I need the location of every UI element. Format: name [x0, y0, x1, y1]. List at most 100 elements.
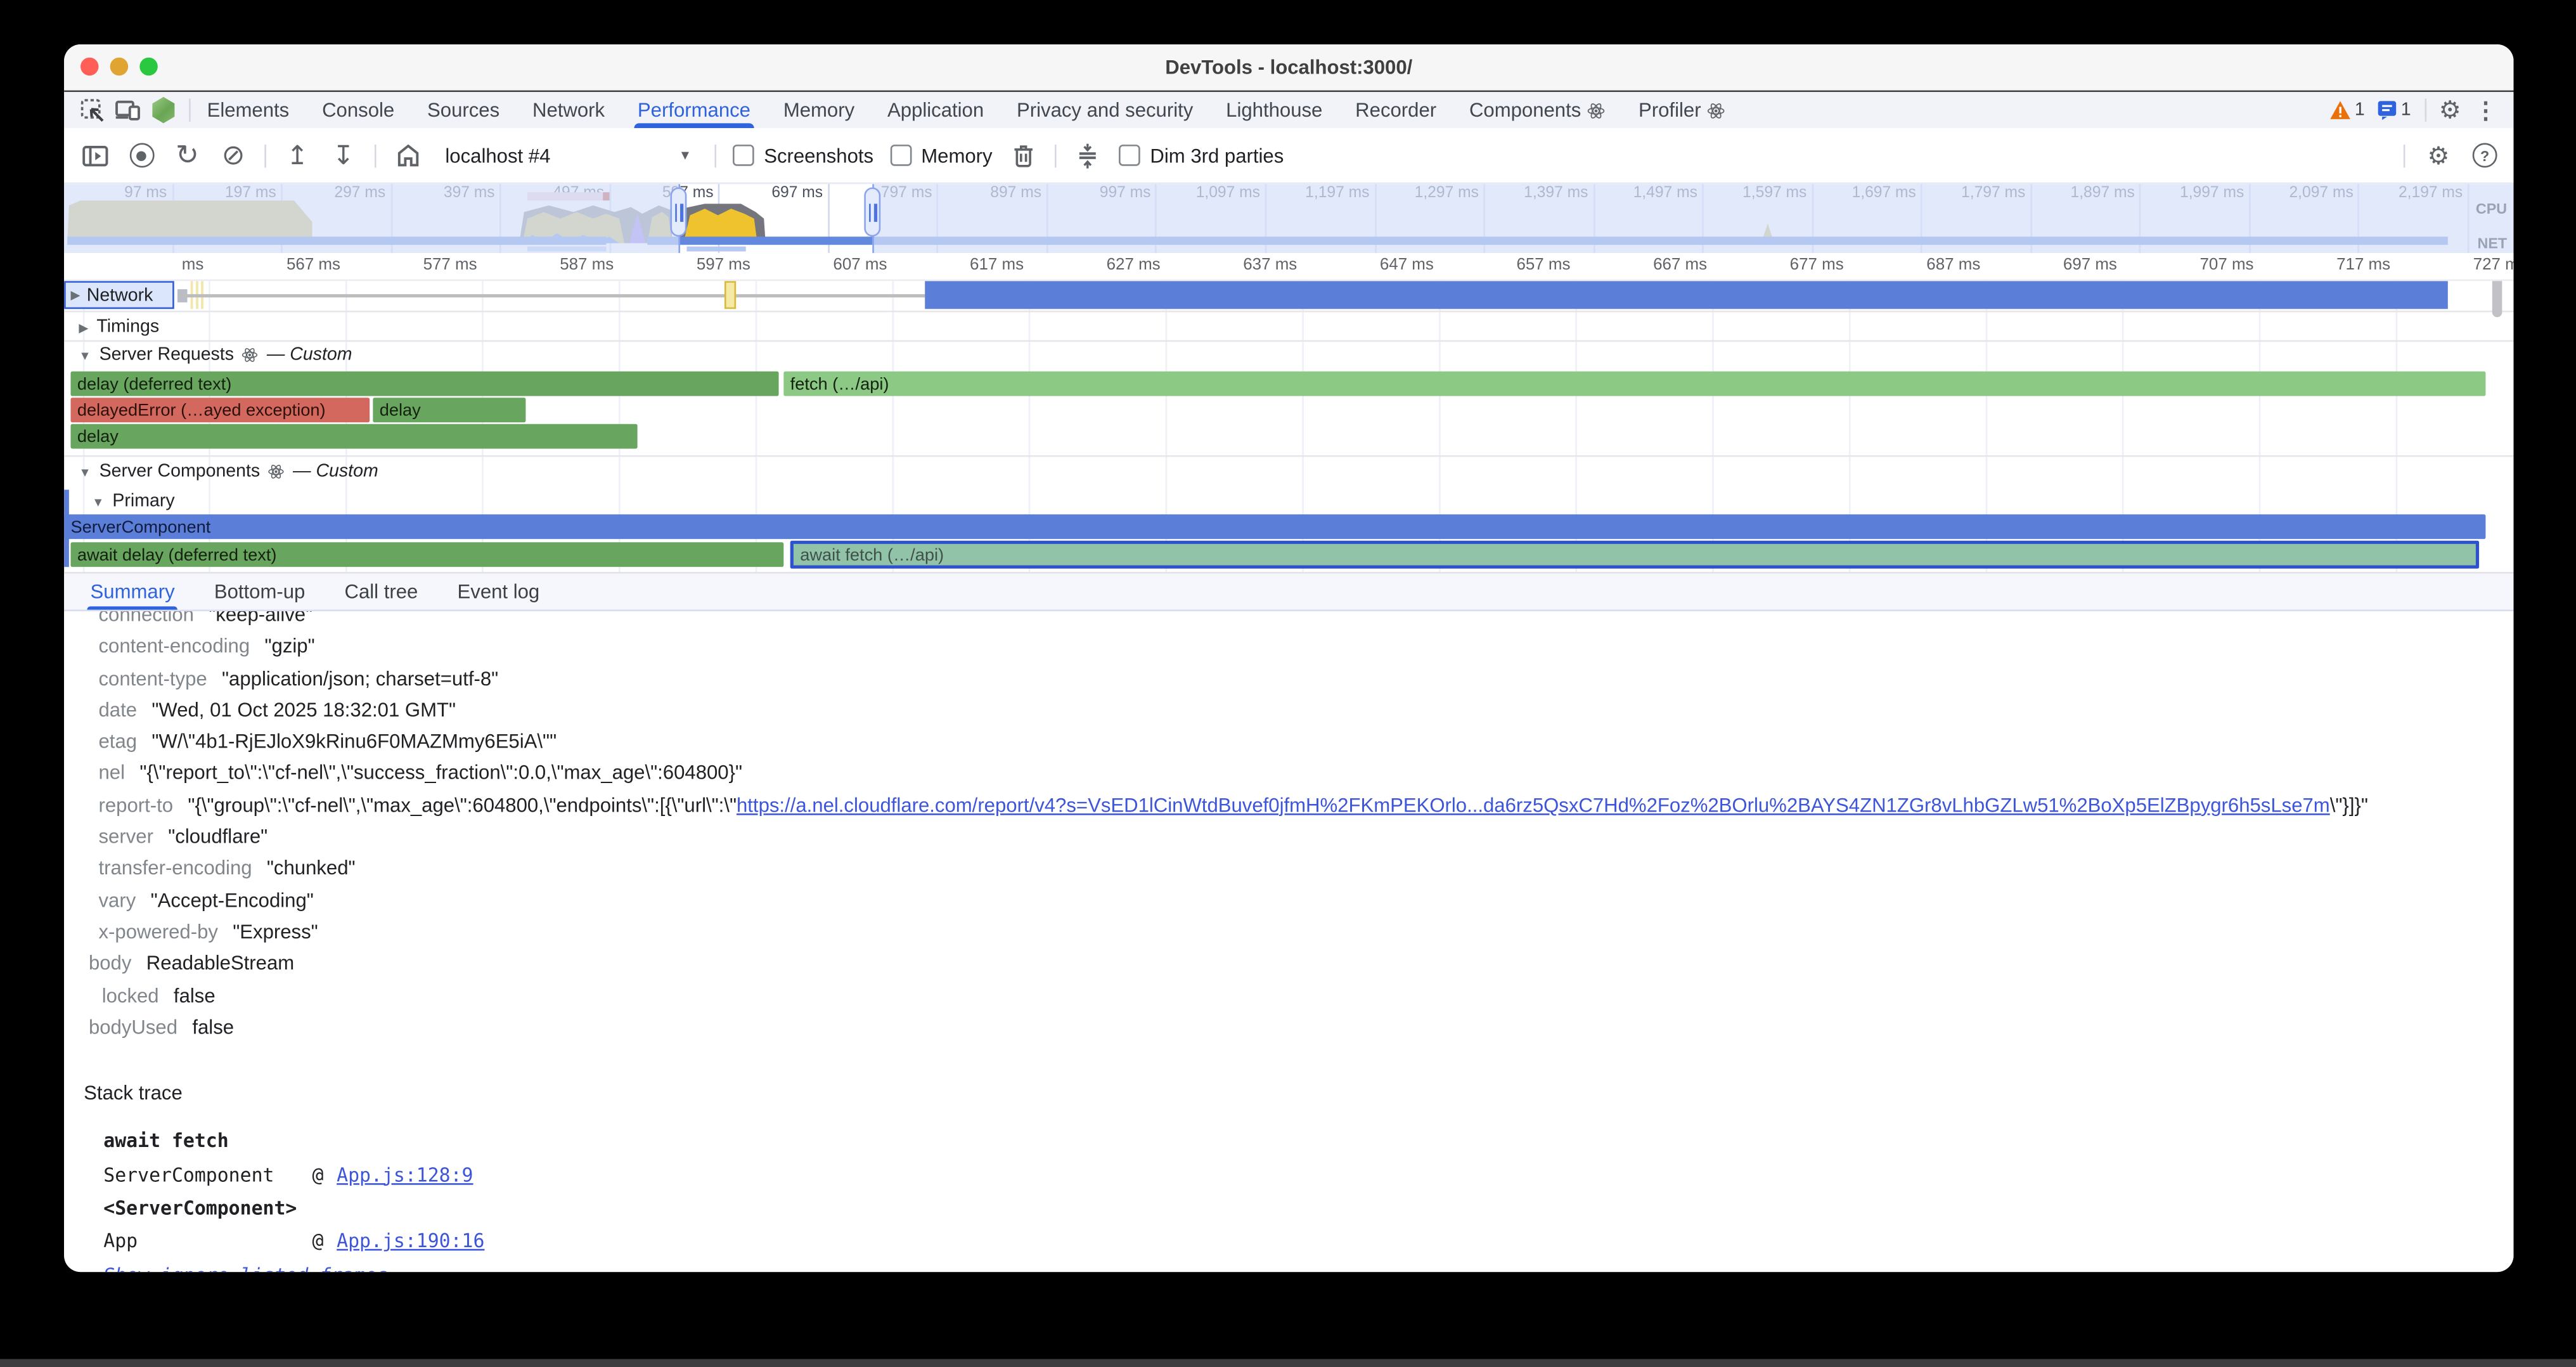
vertical-scrollbar-thumb[interactable] — [2492, 281, 2502, 317]
ruler-tick-label: 677 ms — [1713, 253, 1850, 279]
toggle-sidebar-icon[interactable] — [80, 141, 110, 171]
panel-settings-gear-icon[interactable]: ⚙ — [2428, 141, 2450, 171]
panel-tab[interactable]: Console — [306, 92, 411, 128]
collapse-recording-icon[interactable] — [1073, 141, 1103, 171]
panel-tab[interactable]: Elements — [191, 92, 306, 128]
header-row: vary "Accept-Encoding" — [64, 885, 2513, 917]
selection-handle-right[interactable] — [864, 187, 880, 236]
header-key: x-powered-by — [99, 917, 218, 949]
details-tab[interactable]: Summary — [70, 574, 194, 610]
timings-track-label: Timings — [96, 317, 159, 337]
server-components-track-header[interactable]: ▼ Server Components — Custom — [79, 462, 378, 481]
panel-tab[interactable]: Components — [1453, 92, 1622, 128]
react-atom-icon — [242, 347, 259, 363]
flame-event-bar[interactable]: delay (deferred text) — [70, 372, 778, 396]
network-track[interactable]: ▶ Network — [64, 281, 2513, 309]
inspect-icon[interactable] — [80, 98, 105, 122]
panel-tab[interactable]: Recorder — [1339, 92, 1453, 128]
timings-track-header[interactable]: ▶ Timings — [79, 317, 159, 337]
garbage-collect-icon[interactable] — [1009, 141, 1039, 171]
details-tab[interactable]: Event log — [437, 574, 559, 610]
header-row-report-to: report-to "{\"group\":\"cf-nel\",\"max_a… — [64, 790, 2513, 822]
details-tab[interactable]: Bottom-up — [195, 574, 325, 610]
screenshots-checkbox[interactable]: Screenshots — [733, 144, 873, 167]
header-row: date "Wed, 01 Oct 2025 18:32:01 GMT" — [64, 695, 2513, 727]
network-track-header[interactable]: ▶ Network — [64, 281, 174, 309]
selection-handle-left[interactable] — [670, 187, 686, 236]
header-value: "{\"report_to\":\"cf-nel\",\"success_fra… — [139, 758, 742, 790]
ruler-tick-label: 617 ms — [894, 253, 1031, 279]
ruler-tick-label: 627 ms — [1030, 253, 1167, 279]
console-message-badge[interactable]: 1 — [2378, 100, 2411, 120]
header-key: etag — [99, 727, 138, 758]
expand-triangle-icon[interactable]: ▼ — [79, 464, 91, 479]
panel-tab[interactable]: Memory — [767, 92, 871, 128]
record-button[interactable] — [127, 141, 157, 171]
report-endpoint-link[interactable]: https://a.nel.cloudflare.com/report/v4?s… — [737, 793, 2330, 816]
summary-pane: connection "keep-alive" content-encoding… — [64, 611, 2513, 1272]
panel-tab[interactable]: Privacy and security — [1000, 92, 1209, 128]
details-tab-label: Event log — [458, 580, 540, 603]
ruler-tick-label: 577 ms — [347, 253, 484, 279]
server-components-label: Server Components — [100, 462, 261, 481]
flame-event-bar[interactable]: delay — [70, 424, 637, 449]
frame-name: <ServerComponent> — [103, 1191, 312, 1225]
flame-event-bar[interactable]: delayedError (…ayed exception) — [70, 398, 370, 422]
network-request-bar[interactable] — [925, 281, 2448, 309]
frame-source-link[interactable]: App.js:190:16 — [337, 1225, 484, 1259]
checkbox-box[interactable] — [890, 145, 911, 166]
header-value: false — [174, 980, 216, 1012]
settings-gear-icon[interactable]: ⚙ — [2439, 95, 2461, 125]
header-value: "Wed, 01 Oct 2025 18:32:01 GMT" — [151, 695, 456, 727]
memory-checkbox[interactable]: Memory — [890, 144, 993, 167]
clear-recording-button[interactable]: ⊘ — [219, 141, 248, 171]
show-ignore-listed-frames-link[interactable]: Show ignore-listed frames — [103, 1259, 388, 1272]
flame-event-bar[interactable]: await delay (deferred text) — [70, 542, 783, 567]
flame-event-bar[interactable]: ServerComponent — [64, 514, 2485, 539]
console-warning-badge[interactable]: 1 — [2330, 100, 2365, 120]
primary-group-header[interactable]: ▼ Primary — [92, 491, 174, 511]
kebab-menu-icon[interactable]: ⋮ — [2474, 96, 2497, 124]
upload-profile-icon[interactable]: ↥ — [283, 141, 312, 171]
primary-group-label: Primary — [112, 491, 174, 511]
collapse-triangle-icon[interactable]: ▶ — [79, 320, 88, 334]
reload-and-record-button[interactable]: ↻ — [172, 141, 202, 171]
panel-tab[interactable]: Application — [871, 92, 1000, 128]
download-profile-icon[interactable]: ↧ — [328, 141, 358, 171]
flame-event-bar[interactable]: delay — [373, 398, 525, 422]
home-icon[interactable] — [392, 141, 422, 171]
flame-event-label: await fetch (…/api) — [800, 545, 944, 564]
network-event-marker[interactable] — [724, 281, 736, 309]
ruler-tick-label: 597 ms — [621, 253, 757, 279]
device-toolbar-icon[interactable] — [115, 99, 141, 122]
flame-event-bar[interactable]: fetch (…/api) — [783, 372, 2485, 396]
header-row: bodyUsed false — [64, 1012, 2513, 1044]
timeline-overview[interactable]: 97 ms197 ms297 ms397 ms497 ms597 ms697 m… — [64, 183, 2513, 253]
expand-triangle-icon[interactable]: ▼ — [92, 494, 104, 509]
flame-event-label: delay (deferred text) — [77, 374, 232, 394]
header-row: content-type "application/json; charset=… — [64, 663, 2513, 695]
panel-tab[interactable]: Performance — [621, 92, 767, 128]
server-requests-track-header[interactable]: ▼ Server Requests — Custom — [79, 345, 352, 365]
flamechart-tracks[interactable]: ▶ Network ▶ Timings ▼ Server Requests — [64, 281, 2513, 572]
panel-tab[interactable]: Network — [516, 92, 621, 128]
expand-triangle-icon[interactable]: ▼ — [79, 347, 91, 362]
panel-tab[interactable]: Profiler — [1622, 92, 1742, 128]
dim-3rd-parties-checkbox[interactable]: Dim 3rd parties — [1119, 144, 1284, 167]
divider — [1055, 144, 1057, 167]
frame-source-link[interactable]: App.js:128:9 — [337, 1158, 473, 1191]
details-tab[interactable]: Call tree — [325, 574, 437, 610]
flame-event-bar[interactable]: await fetch (…/api) — [790, 541, 2479, 569]
checkbox-box[interactable] — [1119, 145, 1140, 166]
checkbox-box[interactable] — [733, 145, 754, 166]
panel-tab[interactable]: Lighthouse — [1209, 92, 1339, 128]
help-icon[interactable]: ? — [2473, 143, 2497, 167]
header-key: content-type — [99, 663, 207, 695]
react-atom-icon — [1588, 101, 1606, 119]
panel-tab[interactable]: Sources — [411, 92, 516, 128]
ruler-tick-label: 697 ms — [1987, 253, 2124, 279]
history-dropdown[interactable]: localhost #4 ▼ — [439, 141, 699, 171]
collapse-triangle-icon[interactable]: ▶ — [70, 288, 80, 302]
header-value: "Accept-Encoding" — [151, 885, 314, 917]
stack-frame: <ServerComponent> — [64, 1191, 2513, 1225]
